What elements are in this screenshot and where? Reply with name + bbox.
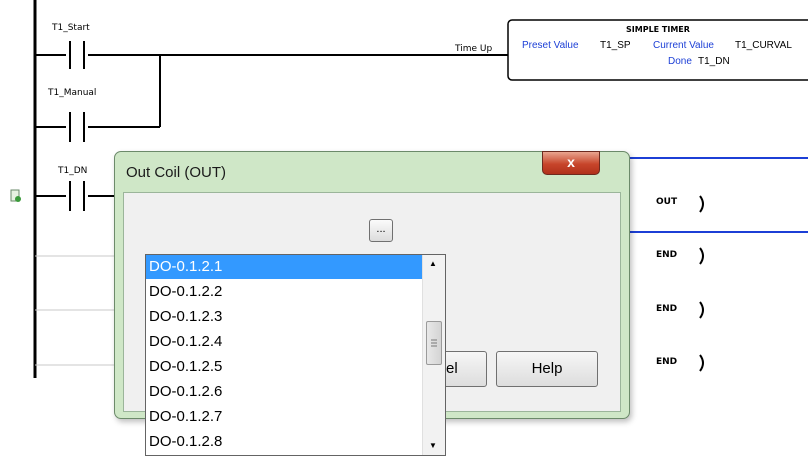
contact-label-t1-manual: T1_Manual [48, 88, 97, 98]
ellipsis-icon: ... [376, 223, 386, 235]
contact-label-t1-dn: T1_DN [58, 166, 88, 176]
dialog-title: Out Coil (OUT) [126, 164, 227, 181]
list-item[interactable]: DO-0.1.2.4 [146, 330, 424, 354]
browse-button[interactable]: ... [369, 219, 393, 242]
timer-preset-label: Preset Value [522, 40, 579, 51]
timer-title: SIMPLE TIMER [626, 25, 690, 34]
list-item[interactable]: DO-0.1.2.7 [146, 405, 424, 429]
help-button-label: Help [531, 360, 563, 377]
contact-label-t1-start: T1_Start [52, 23, 90, 33]
close-icon: x [567, 154, 575, 170]
scroll-down-icon[interactable]: ▼ [429, 441, 437, 450]
help-button[interactable]: Help [496, 351, 598, 387]
coil-label-out: OUT [656, 197, 678, 207]
list-item[interactable]: DO-0.1.2.3 [146, 305, 424, 329]
list-item[interactable]: DO-0.1.2.1 [146, 255, 424, 279]
timer-current-value: T1_CURVAL [735, 40, 792, 51]
list-item[interactable]: DO-0.1.2.2 [146, 280, 424, 304]
scroll-up-icon[interactable]: ▲ [429, 259, 437, 268]
timer-input-label: Time Up [455, 44, 493, 54]
list-item[interactable]: DO-0.1.2.8 [146, 430, 424, 454]
address-dropdown-list[interactable]: DO-0.1.2.1 DO-0.1.2.2 DO-0.1.2.3 DO-0.1.… [145, 254, 446, 456]
list-item[interactable]: DO-0.1.2.6 [146, 380, 424, 404]
list-item[interactable]: DO-0.1.2.5 [146, 355, 424, 379]
cancel-button-label: el [446, 360, 458, 377]
timer-preset-value: T1_SP [600, 40, 631, 51]
coil-label-end-1: END [656, 250, 678, 260]
close-button[interactable]: x [542, 151, 600, 175]
coil-label-end-3: END [656, 357, 678, 367]
list-scrollbar[interactable]: ▲ ▼ [422, 255, 445, 455]
timer-done-value: T1_DN [698, 56, 730, 67]
coil-label-end-2: END [656, 304, 678, 314]
timer-done-label: Done [668, 56, 692, 67]
timer-current-label: Current Value [653, 40, 714, 51]
scrollbar-thumb[interactable] [426, 321, 442, 365]
rung-marker-icon [10, 189, 22, 203]
